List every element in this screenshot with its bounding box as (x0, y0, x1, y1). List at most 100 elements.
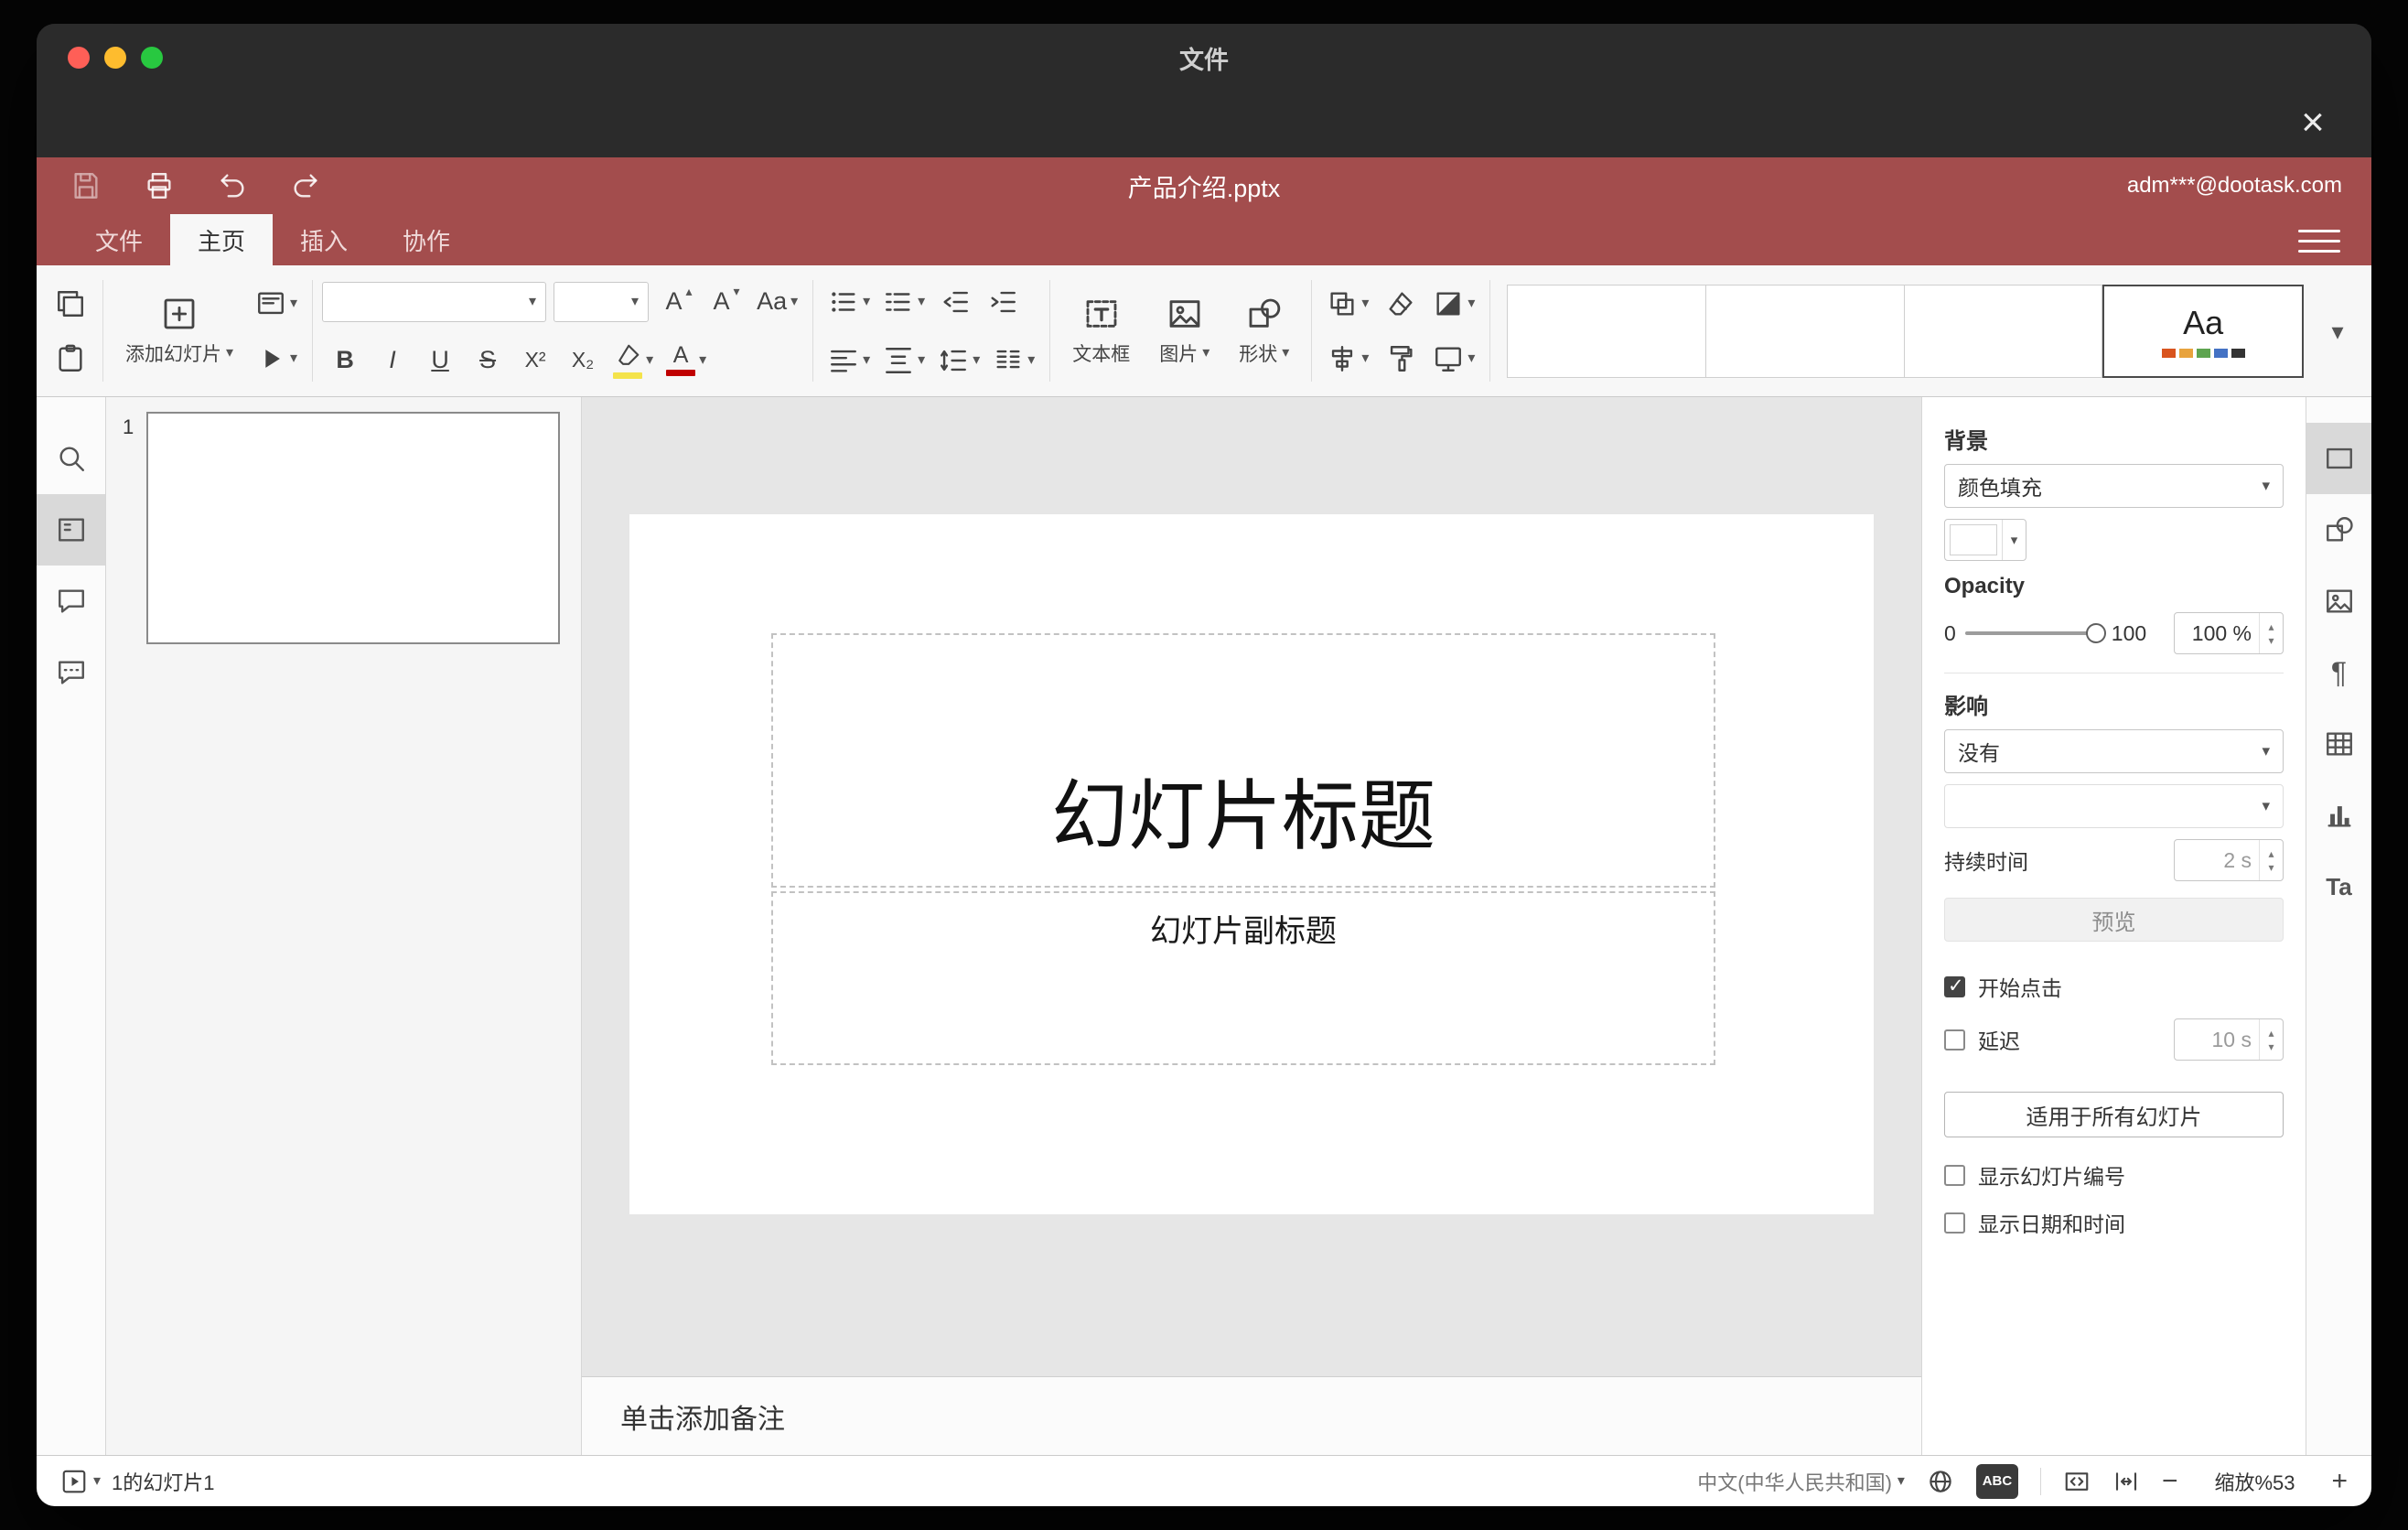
menu-icon[interactable] (2298, 225, 2340, 256)
spell-check-button[interactable]: ABC (1975, 1463, 2018, 1499)
statusbar-start-slideshow-button[interactable]: ▾ (60, 1468, 101, 1495)
effect-select[interactable]: 没有 ▾ (1944, 729, 2284, 773)
style-tools-group (1376, 265, 1425, 396)
shape-settings-tab[interactable] (2306, 494, 2371, 566)
horizontal-align-button[interactable]: ▾ (822, 336, 876, 385)
background-fill-select[interactable]: 颜色填充 ▾ (1944, 464, 2284, 508)
start-on-click-row: 开始点击 (1944, 971, 2284, 1002)
increase-font-size-button[interactable]: A ▴ (656, 277, 702, 327)
opacity-input[interactable]: 100 % ▴ ▾ (2174, 612, 2284, 654)
copy-style-button[interactable] (1378, 334, 1424, 383)
tab-collaboration[interactable]: 协作 (375, 214, 478, 265)
start-slideshow-button[interactable]: ▾ (250, 334, 303, 383)
notes-area[interactable]: 单击添加备注 (582, 1376, 1921, 1455)
paste-button[interactable] (48, 334, 93, 383)
subscript-button[interactable]: X₂ (560, 336, 606, 385)
font-name-select[interactable]: ▾ (322, 281, 547, 322)
add-slide-button[interactable]: 添加幻灯片 ▾ (111, 271, 248, 392)
image-settings-tab[interactable] (2306, 566, 2371, 637)
zoom-out-button[interactable]: − (2162, 1466, 2178, 1497)
theme-option-selected[interactable]: Aa (2102, 284, 2304, 378)
change-layout-button[interactable]: ▾ (250, 279, 303, 329)
spinner[interactable]: ▴ ▾ (2259, 840, 2283, 880)
font-color-button[interactable]: A ▾ (661, 336, 712, 385)
delay-input[interactable]: 10 s ▴ ▾ (2174, 1018, 2284, 1061)
numbering-button[interactable]: ▾ (877, 277, 930, 327)
columns-button[interactable]: ▾ (987, 336, 1040, 385)
duration-input[interactable]: 2 s ▴ ▾ (2174, 839, 2284, 881)
insert-textbox-button[interactable]: 文本框 (1058, 271, 1145, 392)
decrease-indent-button[interactable] (932, 277, 978, 327)
insert-image-button[interactable]: 图片 ▾ (1145, 271, 1224, 392)
chat-button[interactable] (37, 637, 105, 708)
slide-thumbnails-button[interactable] (37, 494, 105, 566)
insert-shape-button[interactable]: 形状 ▾ (1224, 271, 1304, 392)
bold-button[interactable]: B (322, 336, 368, 385)
spinner[interactable]: ▴ ▾ (2259, 1019, 2283, 1060)
show-date-time-checkbox[interactable] (1944, 1212, 1965, 1234)
add-slide-icon (164, 298, 195, 329)
highlight-color-button[interactable]: ▾ (607, 336, 659, 385)
table-settings-tab[interactable] (2306, 708, 2371, 780)
font-size-select[interactable]: ▾ (554, 281, 650, 322)
fit-to-slide-button[interactable] (2063, 1468, 2091, 1495)
fullscreen-window-button[interactable] (141, 47, 163, 69)
delay-checkbox[interactable] (1944, 1029, 1965, 1051)
change-case-button[interactable]: Aa ▾ (751, 277, 803, 327)
vertical-align-button[interactable]: ▾ (877, 336, 930, 385)
paragraph-settings-tab[interactable]: ¶ (2306, 637, 2371, 708)
clear-style-button[interactable] (1378, 279, 1424, 329)
zoom-in-button[interactable]: + (2331, 1466, 2348, 1497)
background-color-picker[interactable]: ▾ (1944, 519, 2026, 561)
theme-option-1[interactable] (1507, 284, 1707, 378)
italic-button[interactable]: I (370, 336, 415, 385)
fit-to-width-button[interactable] (2112, 1468, 2140, 1495)
align-shapes-button[interactable]: ▾ (1321, 334, 1374, 383)
tab-home[interactable]: 主页 (170, 214, 274, 265)
textart-settings-tab[interactable]: Ta (2306, 851, 2371, 922)
undo-button[interactable] (212, 166, 253, 206)
save-button[interactable] (66, 166, 106, 206)
start-on-click-checkbox[interactable] (1944, 975, 1965, 997)
redo-button[interactable] (285, 166, 326, 206)
superscript-button[interactable]: X² (512, 336, 558, 385)
slide-settings-tab[interactable] (2306, 423, 2371, 494)
tab-file[interactable]: 文件 (68, 214, 170, 265)
slide-canvas[interactable]: 幻灯片标题 幻灯片副标题 (629, 514, 1874, 1214)
chart-settings-tab[interactable] (2306, 780, 2371, 851)
line-spacing-button[interactable]: ▾ (932, 336, 985, 385)
close-icon[interactable]: × (2287, 97, 2338, 148)
effect-option-select[interactable]: ▾ (1944, 784, 2284, 828)
title-placeholder[interactable]: 幻灯片标题 (771, 633, 1715, 888)
theme-option-3[interactable] (1904, 284, 2103, 378)
opacity-slider-thumb[interactable] (2085, 623, 2106, 643)
comments-button[interactable] (37, 566, 105, 637)
copy-button[interactable] (48, 279, 93, 329)
shape-fill-button[interactable]: ▾ (1427, 279, 1480, 329)
tab-insert[interactable]: 插入 (273, 214, 375, 265)
close-window-button[interactable] (68, 47, 90, 69)
set-language-button[interactable] (1927, 1468, 1954, 1495)
slide-size-button[interactable]: ▾ (1427, 334, 1480, 383)
increase-indent-button[interactable] (980, 277, 1026, 327)
apply-to-all-slides-button[interactable]: 适用于所有幻灯片 (1944, 1092, 2284, 1137)
strikeout-button[interactable]: S (465, 336, 511, 385)
bullets-button[interactable]: ▾ (822, 277, 876, 327)
slide-thumbnail[interactable] (146, 412, 560, 644)
theme-gallery-expand-button[interactable]: ▾ (2313, 281, 2362, 382)
opacity-slider[interactable] (1964, 623, 2106, 643)
arrange-shapes-button[interactable]: ▾ (1321, 279, 1374, 329)
underline-button[interactable]: U (417, 336, 463, 385)
print-button[interactable] (139, 166, 179, 206)
subtitle-placeholder[interactable]: 幻灯片副标题 (771, 891, 1715, 1065)
spinner[interactable]: ▴ ▾ (2259, 613, 2283, 653)
fit-slide-icon (2065, 1471, 2089, 1491)
decrease-font-size-button[interactable]: A ▾ (704, 277, 749, 327)
language-select[interactable]: 中文(中华人民共和国) ▾ (1697, 1467, 1905, 1496)
shape-settings-icon (2326, 517, 2353, 542)
minimize-window-button[interactable] (104, 47, 126, 69)
theme-option-2[interactable] (1706, 284, 1905, 378)
search-button[interactable] (37, 423, 105, 494)
preview-button[interactable]: 预览 (1944, 898, 2284, 942)
show-slide-number-checkbox[interactable] (1944, 1164, 1965, 1186)
